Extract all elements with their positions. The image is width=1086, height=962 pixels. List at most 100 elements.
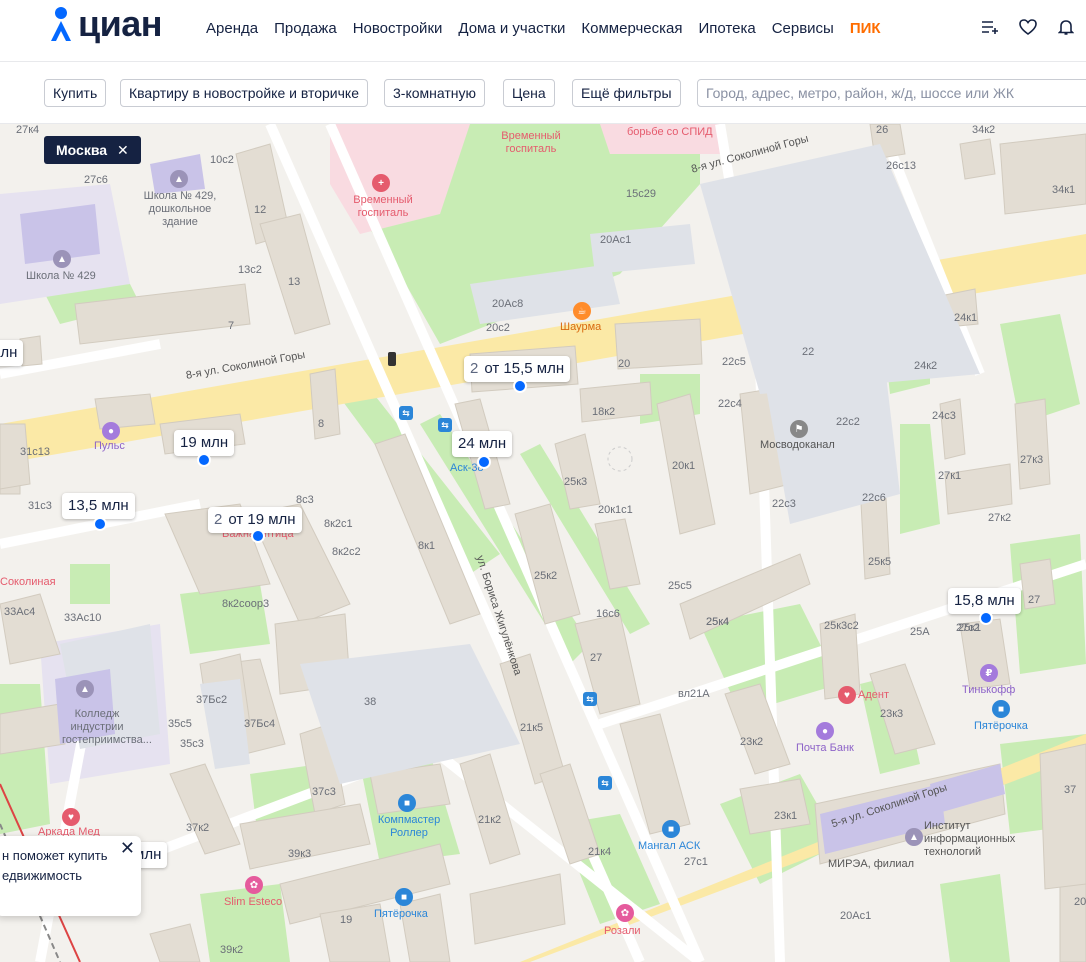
price-pin-4[interactable]	[93, 517, 107, 531]
price-marker-3[interactable]: 24 млн	[452, 431, 513, 457]
price-label: от 19 млн	[228, 511, 296, 528]
poi-school-429a: Школа № 429, дошкольное здание	[143, 190, 217, 228]
hospital-icon: +	[372, 174, 390, 192]
building-number: 27	[1028, 594, 1041, 606]
promo-tooltip: н поможет купить едвижимость ✕	[0, 836, 141, 916]
building-number: 39к3	[288, 848, 312, 860]
building-number: 25к2	[534, 570, 558, 582]
building-number: 10с2	[210, 154, 234, 166]
building-number: 25к3с2	[824, 620, 859, 632]
nav-services[interactable]: Сервисы	[772, 19, 834, 39]
poi-hospital-1: Временный госпиталь	[353, 194, 413, 219]
nav-pik[interactable]: ПИК	[850, 19, 881, 39]
building-number: 27	[590, 652, 603, 664]
price-label: от 15,5 млн	[484, 360, 565, 377]
nav-sale[interactable]: Продажа	[274, 19, 337, 39]
map[interactable]: 8-я ул. Соколиной Горы 8-я ул. Соколиной…	[0, 124, 1086, 962]
building-number: 8к2соор3	[222, 598, 270, 610]
nav-new-buildings[interactable]: Новостройки	[353, 19, 443, 39]
institute-icon: ▲	[905, 828, 923, 846]
tooltip-line-2: едвижимость	[2, 868, 83, 883]
poi-mosvodokanal: Мосводоканал	[760, 439, 835, 451]
bus-stop-icon-1: ⇆	[399, 406, 413, 420]
price-pin-6[interactable]	[979, 611, 993, 625]
price-pin-3[interactable]	[477, 455, 491, 469]
price-pin-2[interactable]	[197, 453, 211, 467]
property-type-button[interactable]: Квартиру в новостройке и вторичке	[120, 79, 368, 107]
pulse-icon: ●	[102, 422, 120, 440]
building-number: вл21А	[678, 688, 710, 700]
poi-tinkoff: Тинькофф	[962, 684, 1016, 696]
building-number: 20к1с1	[598, 504, 633, 516]
poi-sokolinaya: Соколиная	[0, 576, 56, 588]
building-number: 20к1	[672, 460, 696, 472]
building-number: 26	[876, 124, 889, 136]
tooltip-close-icon[interactable]: ✕	[120, 838, 135, 858]
school-icon-2: ▲	[53, 250, 71, 268]
nav-commercial[interactable]: Коммерческая	[581, 19, 682, 39]
building-number: 25А	[910, 626, 930, 638]
building-number: 27к4	[16, 124, 40, 136]
building-number: 21к5	[520, 722, 544, 734]
building-number: 24с3	[932, 410, 956, 422]
building-number: 22с4	[718, 398, 742, 410]
nav-rent[interactable]: Аренда	[206, 19, 258, 39]
bus-stop-icon-2: ⇆	[438, 418, 452, 432]
price-label: 15,8 млн	[954, 592, 1015, 609]
poi-school-429b: Школа № 429	[26, 270, 96, 282]
nav-mortgage[interactable]: Ипотека	[698, 19, 755, 39]
price-marker-7[interactable]: млн	[0, 340, 24, 366]
notifications-bell-icon[interactable]	[1056, 15, 1076, 39]
poi-shaurma: Шаурма	[560, 321, 602, 333]
poi-hospital-2: Временный госпиталь	[501, 130, 561, 155]
building-number: 35с5	[168, 718, 192, 730]
beauty-icon-2: ✿	[616, 904, 634, 922]
building-number: 22	[802, 346, 815, 358]
building-number: 20Ас8	[492, 298, 524, 310]
building-number: 27с6	[84, 174, 108, 186]
tooltip-line-1: н поможет купить	[2, 848, 108, 863]
building-number: 39к2	[220, 944, 244, 956]
poi-mirea: МИРЭА, филиал	[828, 858, 915, 870]
building-number: 33Ас10	[64, 612, 102, 624]
bus-stop-icon-4: ⇆	[598, 776, 612, 790]
logo[interactable]: циан	[48, 4, 163, 44]
price-pin-1[interactable]	[513, 379, 527, 393]
building-number: 8	[318, 418, 325, 430]
price-label: 13,5 млн	[68, 497, 129, 514]
building-number: 31с3	[28, 500, 52, 512]
city-filter-chip[interactable]: Москва ✕	[44, 136, 141, 164]
more-filters-button[interactable]: Ещё фильтры	[572, 79, 681, 107]
city-chip-close-icon[interactable]: ✕	[117, 142, 129, 159]
location-search-input[interactable]	[697, 79, 1086, 107]
favorites-heart-icon[interactable]	[1018, 15, 1038, 39]
poi-pyaterochka-1: Пятёрочка	[374, 908, 428, 920]
poi-rozali: Розали	[604, 925, 641, 937]
building-number: 13с2	[238, 264, 262, 276]
price-pin-5[interactable]	[251, 529, 265, 543]
price-marker-1[interactable]: 2 от 15,5 млн	[464, 356, 571, 382]
price-button[interactable]: Цена	[503, 79, 555, 107]
building-number: 23к3	[880, 708, 904, 720]
deal-type-button[interactable]: Купить	[44, 79, 107, 107]
poi-pyaterochka-2: Пятёрочка	[974, 720, 1028, 732]
header-icons	[980, 15, 1076, 39]
poi-institute: Институт информационных технологий	[924, 820, 1016, 858]
beauty-icon: ✿	[245, 876, 263, 894]
city-chip-label: Москва	[56, 142, 108, 158]
building-number: 22с3	[772, 498, 796, 510]
building-number: 20Ас1	[840, 910, 872, 922]
poi-pulse: Пульс	[94, 440, 125, 452]
rooms-button[interactable]: 3-комнатную	[384, 79, 485, 107]
building-number: 38	[364, 696, 377, 708]
building-number: 26с13	[886, 160, 916, 172]
building-number: 31с13	[20, 446, 50, 458]
price-label: 24 млн	[458, 435, 507, 452]
compare-list-icon[interactable]	[980, 15, 1000, 39]
building-number: 33Ас4	[4, 606, 36, 618]
nav-houses[interactable]: Дома и участки	[458, 19, 565, 39]
poi-kompmaster: Компмастер Роллер	[377, 814, 441, 839]
building-number: 13	[288, 276, 301, 288]
price-marker-4[interactable]: 13,5 млн	[62, 493, 135, 519]
grocery-icon-2: ■	[992, 700, 1010, 718]
